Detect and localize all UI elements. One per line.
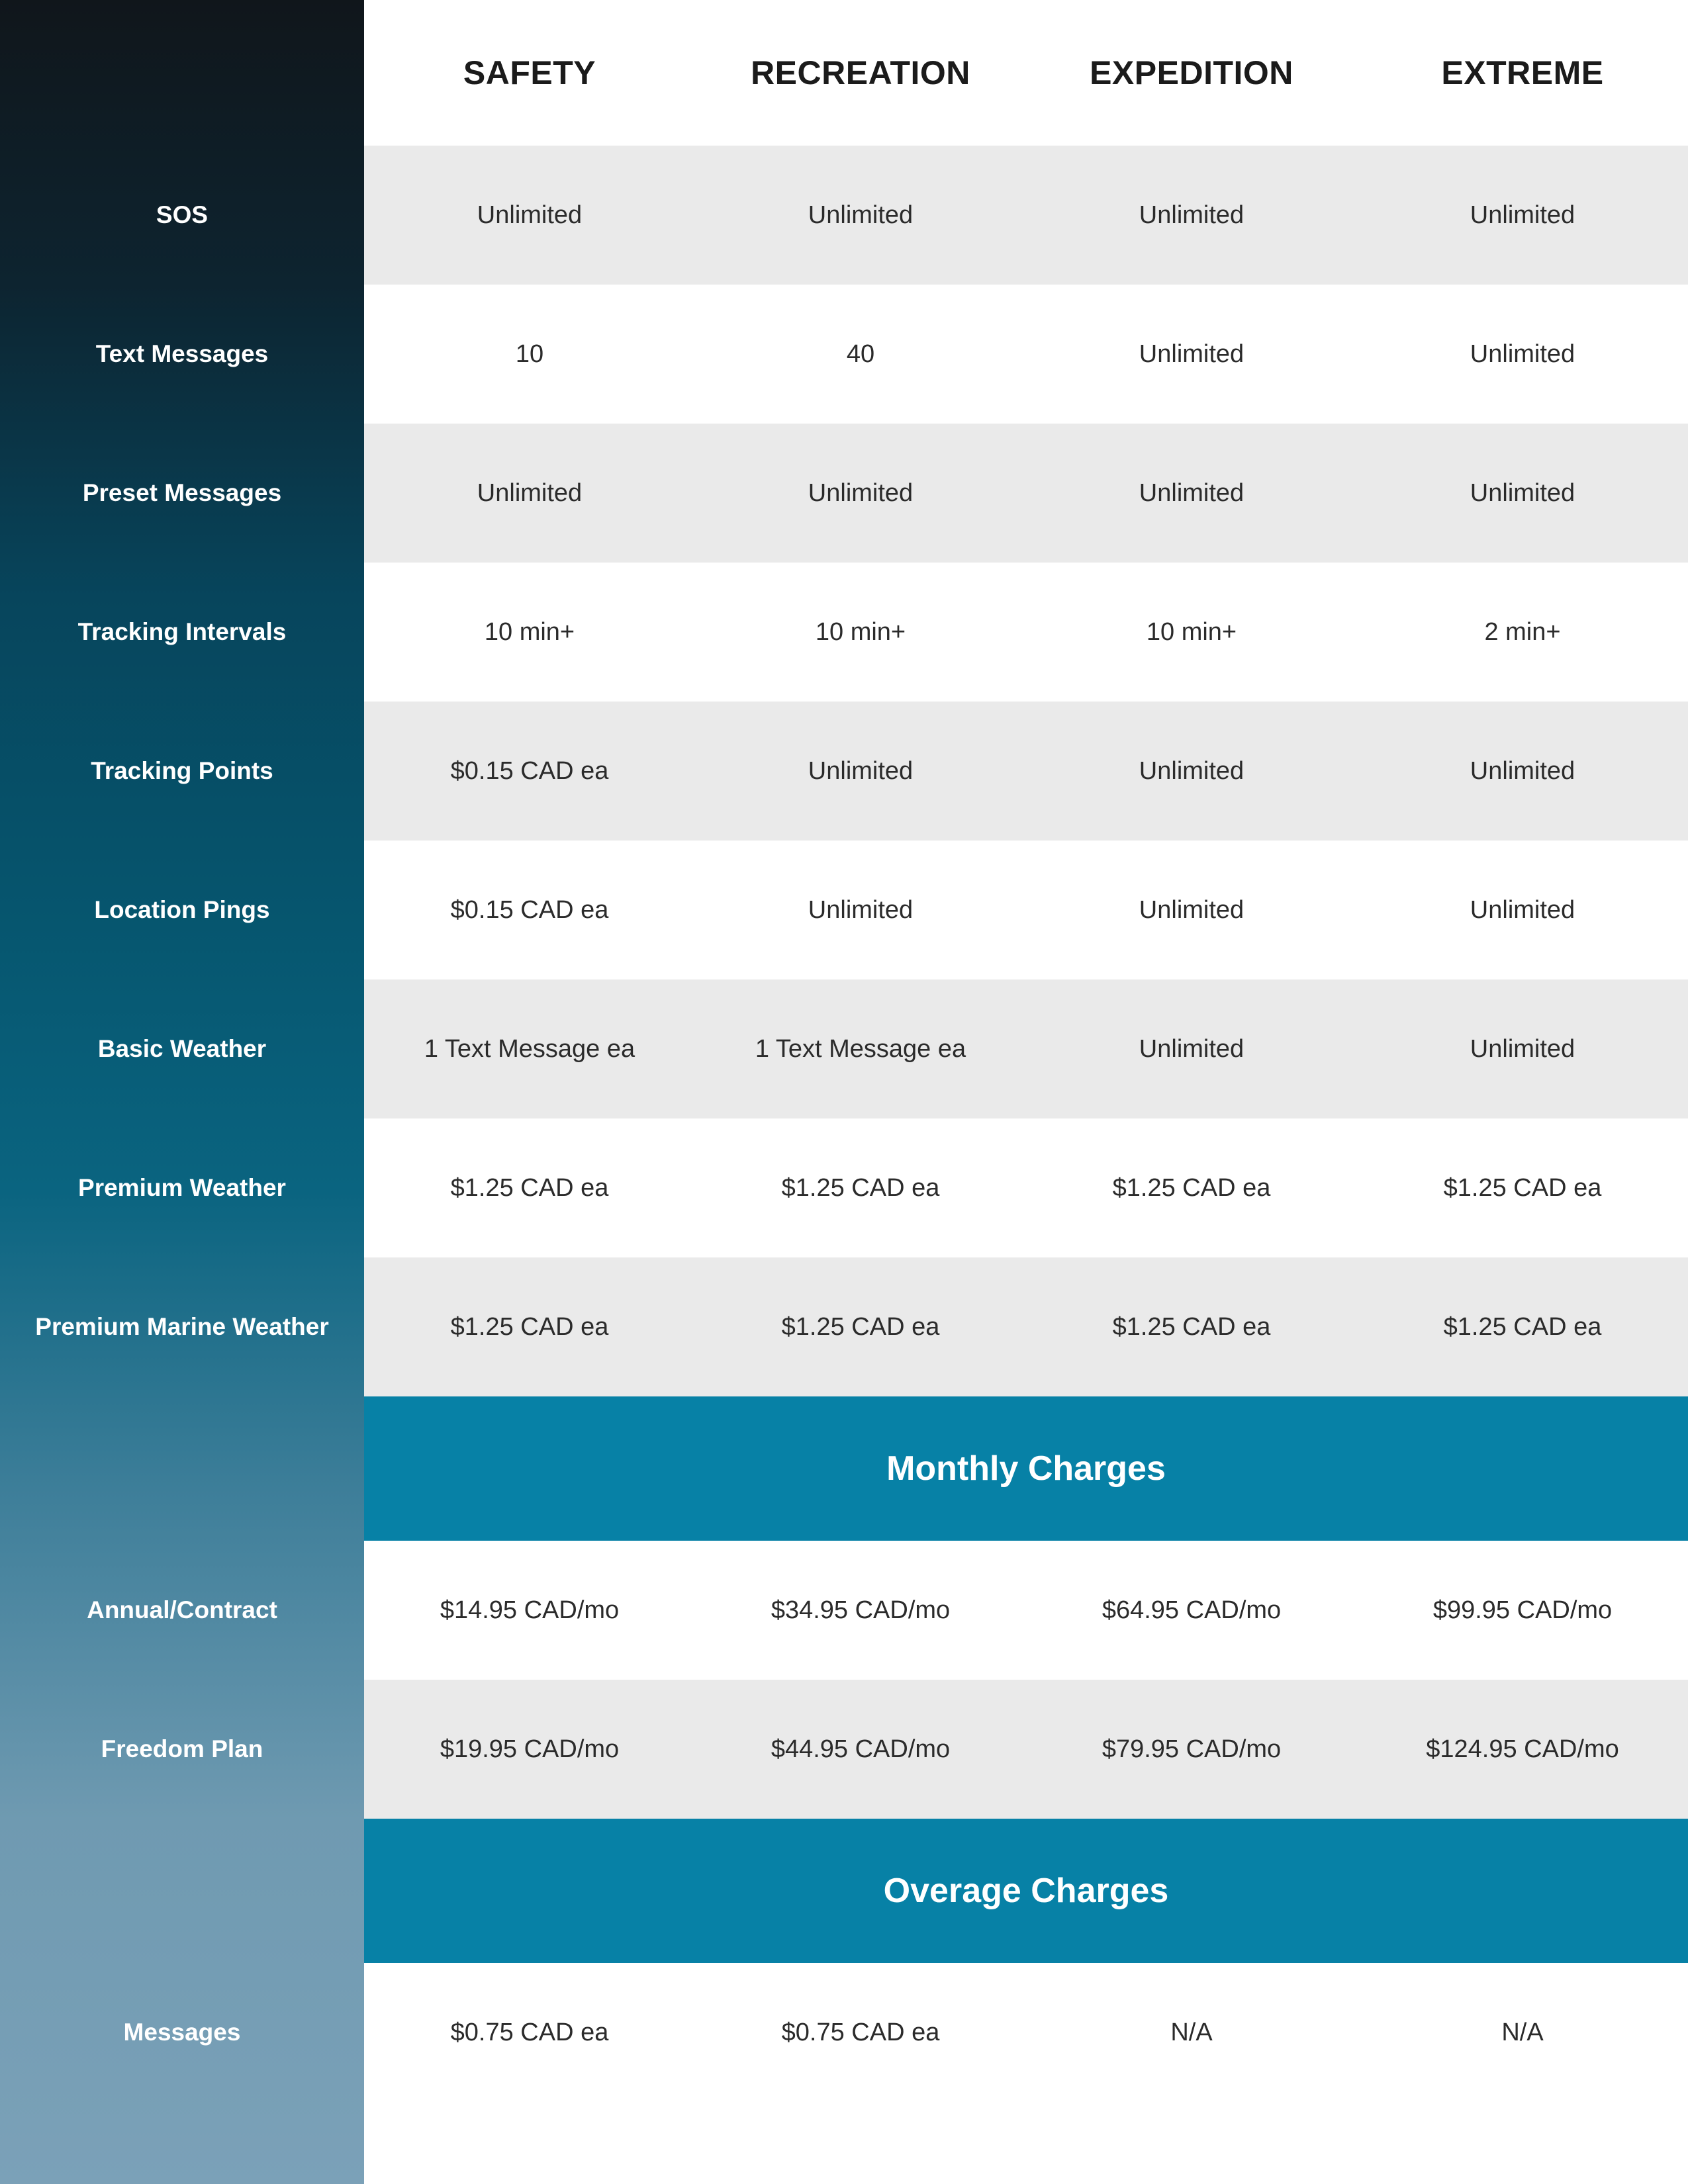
plan-header-expedition: EXPEDITION — [1090, 54, 1293, 91]
plan-header-extreme: EXTREME — [1441, 54, 1604, 91]
cell-value: Unlimited — [1139, 895, 1244, 924]
table-row: $0.15 CAD ea Unlimited Unlimited Unlimited — [364, 841, 1688, 979]
table-row: Unlimited Unlimited Unlimited Unlimited — [364, 424, 1688, 563]
cell-value: Unlimited — [808, 895, 914, 924]
plan-comparison-table: SOS Text Messages Preset Messages Tracking … — [0, 0, 1688, 2184]
plan-header-recreation: RECREATION — [751, 54, 970, 91]
cell-value: $124.95 CAD/mo — [1426, 1735, 1619, 1763]
cell-value: Unlimited — [477, 478, 583, 507]
cell-value: Unlimited — [1470, 201, 1575, 229]
feature-label-messages: Messages — [123, 2019, 241, 2046]
table-row: 1 Text Message ea 1 Text Message ea Unlimi… — [364, 979, 1688, 1118]
cell-value: $0.15 CAD ea — [450, 895, 609, 924]
cell-value: Unlimited — [1139, 1034, 1244, 1063]
cell-value: $0.75 CAD ea — [781, 2018, 940, 2046]
sidebar-header-spacer — [0, 0, 364, 146]
feature-label-location-pings: Location Pings — [94, 896, 270, 924]
feature-label-tracking-points: Tracking Points — [91, 757, 273, 785]
cell-value: Unlimited — [808, 478, 914, 507]
cell-value: 1 Text Message ea — [755, 1034, 966, 1063]
cell-value: Unlimited — [1139, 478, 1244, 507]
feature-label-freedom-plan: Freedom Plan — [101, 1735, 263, 1763]
feature-label-sidebar: SOS Text Messages Preset Messages Tracking … — [0, 0, 364, 2184]
table-row: $14.95 CAD/mo $34.95 CAD/mo $64.95 CAD/mo $… — [364, 1541, 1688, 1680]
cell-value: $1.25 CAD ea — [450, 1312, 609, 1341]
cell-value: 2 min+ — [1484, 617, 1561, 646]
cell-value: $0.75 CAD ea — [450, 2018, 609, 2046]
table-row: $19.95 CAD/mo $44.95 CAD/mo $79.95 CAD/mo $… — [364, 1680, 1688, 1819]
cell-value: $99.95 CAD/mo — [1432, 1596, 1613, 1624]
feature-label-premium-weather: Premium Weather — [78, 1174, 286, 1202]
table-row: 10 40 Unlimited Unlimited — [364, 285, 1688, 424]
cell-value: Unlimited — [1470, 895, 1575, 924]
cell-value: N/A — [1170, 2018, 1213, 2046]
cell-value: $1.25 CAD ea — [1443, 1312, 1602, 1341]
cell-value: Unlimited — [1470, 756, 1575, 785]
cell-value: $1.25 CAD ea — [450, 1173, 609, 1202]
cell-value: Unlimited — [1139, 201, 1244, 229]
cell-value: $0.15 CAD ea — [450, 756, 609, 785]
cell-value: $1.25 CAD ea — [781, 1173, 940, 1202]
cell-value: Unlimited — [477, 201, 583, 229]
cell-value: Unlimited — [1139, 340, 1244, 368]
cell-value: 10 min+ — [1146, 617, 1237, 646]
table-row: $0.15 CAD ea Unlimited Unlimited Unlimited — [364, 702, 1688, 841]
plan-header-safety: SAFETY — [463, 54, 596, 91]
table-row: Unlimited Unlimited Unlimited Unlimited — [364, 146, 1688, 285]
cell-value: Unlimited — [1470, 478, 1575, 507]
table-row: 10 min+ 10 min+ 10 min+ 2 min+ — [364, 563, 1688, 702]
cell-value: $1.25 CAD ea — [1443, 1173, 1602, 1202]
feature-label-sos: SOS — [156, 201, 209, 229]
sidebar-banner-spacer — [0, 1396, 364, 1541]
cell-value: $14.95 CAD/mo — [440, 1596, 620, 1624]
cell-value: Unlimited — [1139, 756, 1244, 785]
cell-value: 40 — [846, 340, 875, 368]
table-row: $0.75 CAD ea $0.75 CAD ea N/A N/A — [364, 1963, 1688, 2102]
cell-value: Unlimited — [808, 756, 914, 785]
section-banner-monthly-charges: Monthly Charges — [364, 1396, 1688, 1541]
feature-label-annual-contract: Annual/Contract — [87, 1596, 277, 1624]
cell-value: 10 min+ — [815, 617, 906, 646]
cell-value: $1.25 CAD ea — [781, 1312, 940, 1341]
cell-value: $1.25 CAD ea — [1112, 1312, 1271, 1341]
cell-value: $1.25 CAD ea — [1112, 1173, 1271, 1202]
feature-label-basic-weather: Basic Weather — [97, 1035, 267, 1063]
sidebar-banner-spacer — [0, 1819, 364, 1963]
cell-value: $19.95 CAD/mo — [440, 1735, 620, 1763]
cell-value: Unlimited — [1470, 340, 1575, 368]
cell-value: Unlimited — [808, 201, 914, 229]
feature-label-text-messages: Text Messages — [95, 340, 269, 368]
cell-value: 10 min+ — [484, 617, 575, 646]
table-header-row: SAFETY RECREATION EXPEDITION EXTREME — [364, 0, 1688, 146]
section-banner-title: Monthly Charges — [886, 1449, 1166, 1488]
section-banner-overage-charges: Overage Charges — [364, 1819, 1688, 1963]
cell-value: $34.95 CAD/mo — [771, 1596, 951, 1624]
table-row: $1.25 CAD ea $1.25 CAD ea $1.25 CAD ea $1.2… — [364, 1257, 1688, 1396]
plan-columns-area: SAFETY RECREATION EXPEDITION EXTREME Unlimit… — [364, 0, 1688, 2184]
cell-value: N/A — [1501, 2018, 1544, 2046]
cell-value: 10 — [515, 340, 544, 368]
section-banner-title: Overage Charges — [883, 1872, 1169, 1910]
cell-value: Unlimited — [1470, 1034, 1575, 1063]
cell-value: $79.95 CAD/mo — [1102, 1735, 1282, 1763]
feature-label-premium-marine-weather: Premium Marine Weather — [35, 1313, 329, 1341]
cell-value: 1 Text Message ea — [424, 1034, 635, 1063]
cell-value: $44.95 CAD/mo — [771, 1735, 951, 1763]
table-row: $1.25 CAD ea $1.25 CAD ea $1.25 CAD ea $1.2… — [364, 1118, 1688, 1257]
cell-value: $64.95 CAD/mo — [1102, 1596, 1282, 1624]
feature-label-tracking-intervals: Tracking Intervals — [77, 618, 287, 646]
feature-label-preset-messages: Preset Messages — [82, 479, 282, 507]
